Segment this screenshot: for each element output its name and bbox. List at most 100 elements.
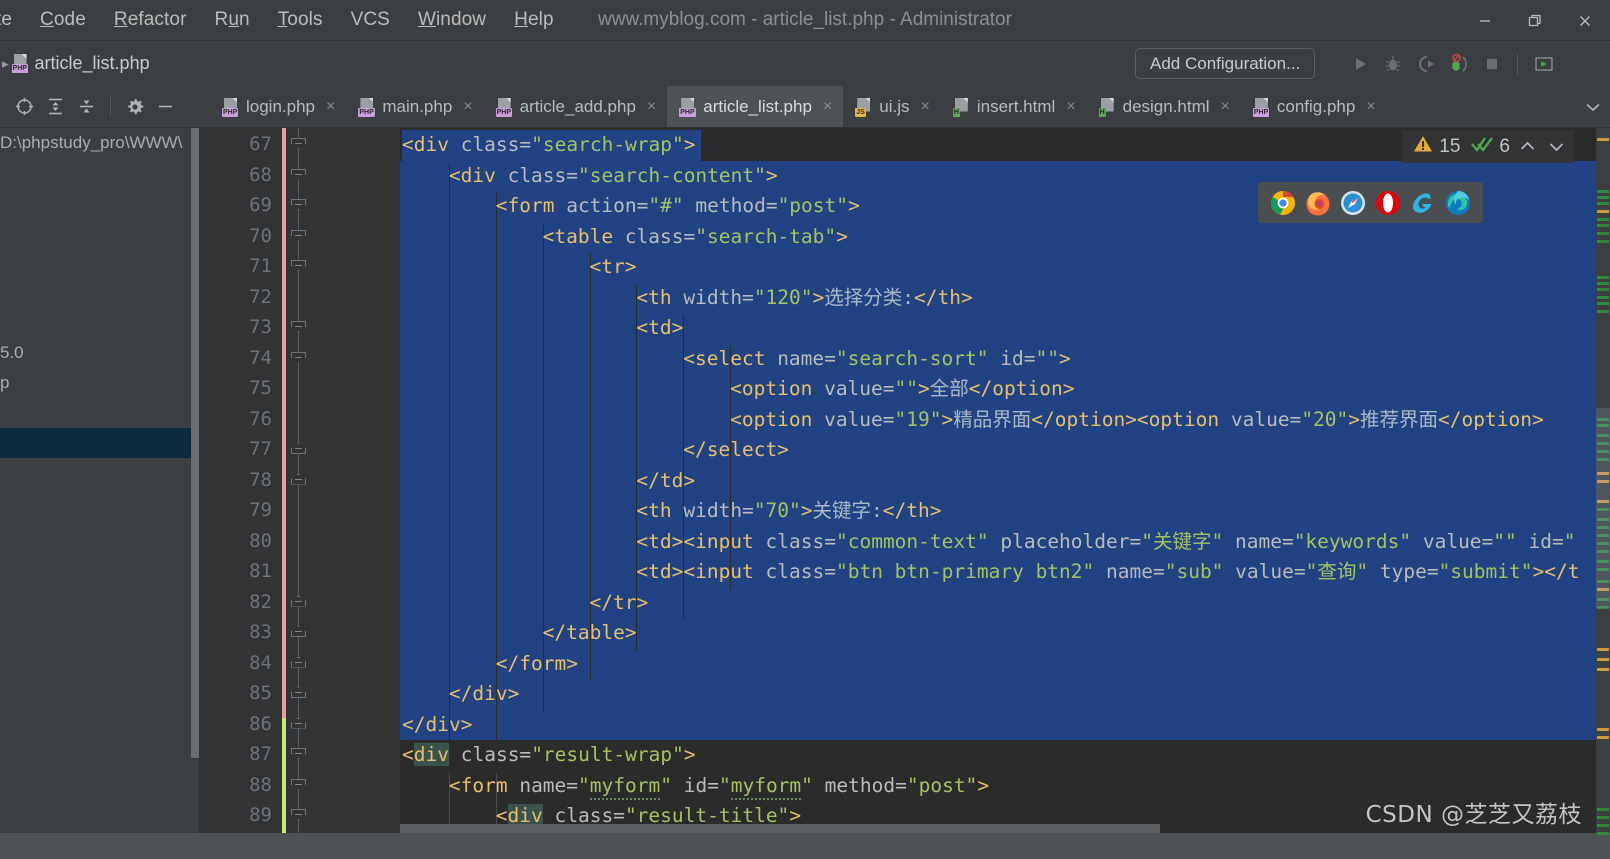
code-line[interactable]: <div class="search-wrap"> [402,130,696,161]
project-tree-row[interactable] [0,398,200,428]
tab-login-php[interactable]: PHP login.php × [210,86,346,127]
inspection-marker[interactable] [1597,190,1609,193]
code-line[interactable]: <select name="search-sort" id=""> [683,344,1070,375]
tab-close-icon[interactable]: × [921,99,930,115]
tab-insert-html[interactable]: Hinsert.html × [941,86,1087,127]
project-tree-row[interactable] [0,248,200,278]
code-line[interactable]: </td> [636,466,695,497]
code-line[interactable]: <th width="120">选择分类:</th> [636,283,972,314]
chrome-icon[interactable] [1270,190,1296,216]
menu-item-te[interactable]: te [0,7,26,33]
tab-main-php[interactable]: PHP main.php × [346,86,483,127]
inspection-marker[interactable] [1597,302,1609,305]
project-tree-row[interactable]: p [0,368,200,398]
run-with-coverage-icon[interactable] [1411,49,1440,79]
project-tree-row[interactable] [0,218,200,248]
minimize-icon[interactable] [1460,0,1510,41]
code-line[interactable]: <table class="search-tab"> [543,222,848,253]
opera-icon[interactable] [1375,190,1401,216]
inspection-marker[interactable] [1597,240,1609,243]
code-line[interactable]: <td><input class="common-text" placehold… [636,527,1575,558]
inspection-marker[interactable] [1597,218,1609,221]
editor-marker-strip[interactable] [1596,128,1610,835]
editor-horizontal-scrollbar[interactable] [400,824,1160,833]
inspection-marker[interactable] [1597,276,1609,279]
hide-panel-icon[interactable] [151,92,180,121]
menu-item-help[interactable]: Help [500,7,567,33]
project-tree-row[interactable] [0,428,200,458]
close-icon[interactable] [1560,0,1610,41]
code-line[interactable]: </table> [543,618,637,649]
inspection-marker[interactable] [1597,138,1609,141]
code-line[interactable]: <form action="#" method="post"> [496,191,860,222]
firefox-icon[interactable] [1305,190,1331,216]
project-tree-row[interactable] [0,158,200,188]
menu-item-window[interactable]: Window [404,7,500,33]
editor-scrollbar-thumb[interactable] [1596,408,1610,608]
inspection-widget[interactable]: 15 6 [1402,130,1574,163]
code-line[interactable]: </div> [449,679,519,710]
code-line[interactable]: <tr> [590,252,637,283]
debug-icon[interactable] [1378,49,1407,79]
expand-all-icon[interactable] [41,92,70,121]
inspection-marker[interactable] [1597,310,1609,313]
code-line[interactable]: </form> [496,649,578,680]
breadcrumb[interactable]: ▸ PHP article_list.php [2,53,150,74]
menu-item-code[interactable]: Code [26,7,100,33]
locate-icon[interactable] [10,92,39,121]
edge-icon[interactable] [1445,190,1471,216]
code-line[interactable]: <td> [636,313,683,344]
menu-item-vcs[interactable]: VCS [337,7,404,33]
tab-ui-js[interactable]: JS ui.js × [843,86,941,127]
change-marker-modified[interactable] [282,128,286,718]
inspection-marker[interactable] [1597,282,1609,285]
code-line[interactable]: <td><input class="btn btn-primary btn2" … [636,557,1579,588]
tab-close-icon[interactable]: × [326,99,335,115]
tab-close-icon[interactable]: × [647,99,656,115]
stop-icon[interactable] [1477,49,1506,79]
menu-item-run[interactable]: Run [201,7,264,33]
tab-overflow-chevron-icon[interactable] [1576,86,1610,127]
code-line[interactable]: </tr> [590,588,649,619]
tab-article_list-php[interactable]: PHP article_list.php × [667,86,844,127]
editor-gutter[interactable]: 67 68 69 70 71 72 73 74 75 76 77 78 79 80 81 82 83 84 85 86… [200,128,400,859]
inspection-marker[interactable] [1597,728,1609,731]
inspection-marker[interactable] [1597,658,1609,661]
inspection-marker[interactable] [1597,736,1609,739]
tab-close-icon[interactable]: × [1221,99,1230,115]
inspection-marker[interactable] [1597,668,1609,671]
settings-gear-icon[interactable] [120,92,149,121]
inspection-marker[interactable] [1597,224,1609,227]
open-in-browser-popup[interactable] [1258,182,1483,223]
code-line[interactable]: <div class="result-wrap"> [402,740,696,771]
code-line[interactable]: <option value="">全部</option> [730,374,1074,405]
project-tree-row[interactable] [0,188,200,218]
tab-design-html[interactable]: Hdesign.html × [1087,86,1241,127]
inspection-marker[interactable] [1597,296,1609,299]
inspection-marker[interactable] [1597,816,1609,819]
tab-close-icon[interactable]: × [463,99,472,115]
tab-close-icon[interactable]: × [1066,99,1075,115]
inspection-marker[interactable] [1597,202,1609,205]
internet-explorer-icon[interactable] [1410,190,1436,216]
inspection-marker[interactable] [1597,288,1609,291]
inspection-marker[interactable] [1597,196,1609,199]
previous-problem-chevron-icon[interactable] [1515,135,1539,159]
code-line[interactable]: </select> [683,435,789,466]
inspection-marker[interactable] [1597,832,1609,835]
project-tree-row[interactable] [0,308,200,338]
inspection-marker[interactable] [1597,210,1609,213]
restore-icon[interactable] [1510,0,1560,41]
tab-article_add-php[interactable]: PHP article_add.php × [484,86,668,127]
code-line[interactable]: <option value="19">精品界面</option><option … [730,405,1544,436]
project-tool-window[interactable]: D:\phpstudy_pro\WWW\ 5.0 p [0,128,200,859]
inspection-marker[interactable] [1597,648,1609,651]
next-problem-chevron-icon[interactable] [1544,135,1568,159]
inspection-marker[interactable] [1597,232,1609,235]
code-line[interactable]: </div> [402,710,472,741]
project-tree-row[interactable] [0,278,200,308]
code-editor[interactable]: <div class="search-wrap"> <div class="sea… [400,128,1610,859]
code-line[interactable]: <form name="myform" id="myform" method="… [449,771,989,802]
add-configuration-button[interactable]: Add Configuration... [1135,48,1316,79]
menu-item-refactor[interactable]: Refactor [100,7,201,33]
